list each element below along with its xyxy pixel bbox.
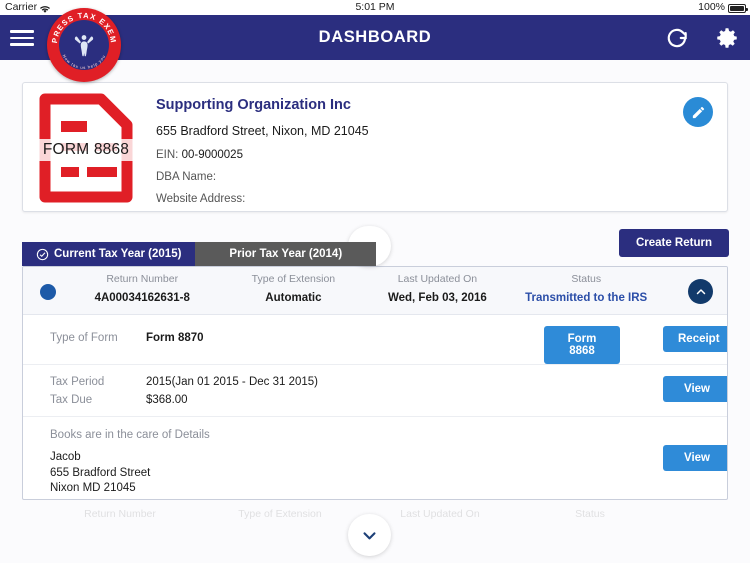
column-type-of-extension: Type of Extension Automatic <box>221 273 365 304</box>
ein-row: EIN: 00-9000025 <box>156 149 369 161</box>
type-of-form-value: Form 8870 <box>146 332 204 344</box>
column-return-number: Return Number 4A00034162631-8 <box>63 273 221 304</box>
type-of-form-label: Type of Form <box>50 332 118 344</box>
column-last-updated-on-label: Last Updated On <box>397 273 478 285</box>
gear-icon[interactable] <box>714 25 740 51</box>
column-status: Status Transmitted to the IRS <box>509 273 663 304</box>
column-type-of-extension-value: Automatic <box>265 292 322 304</box>
express-tax-exempt-logo: EXPRESS TAX EXEMPT Now tax us help you <box>47 8 121 82</box>
tax-due-label: Tax Due <box>50 394 93 406</box>
next-return-row-peek: Return Number Type of Extension Last Upd… <box>40 508 660 520</box>
view-care-button[interactable]: View <box>663 445 727 471</box>
refresh-icon[interactable] <box>664 25 690 51</box>
tab-prior-tax-year[interactable]: Prior Tax Year (2014) <box>195 242 377 266</box>
tab-current-tax-year[interactable]: Current Tax Year (2015) <box>22 242 196 266</box>
tab-current-tax-year-label: Current Tax Year (2015) <box>54 248 182 260</box>
column-type-of-extension-label: Type of Extension <box>251 273 336 285</box>
return-detail-care-row: Books are in the care of Details Jacob 6… <box>23 417 727 499</box>
return-detail-form-row: Type of Form Form 8870 Form 8868 Receipt <box>23 315 727 365</box>
status-bar-right: 100% <box>698 0 748 15</box>
tax-year-tabs: Current Tax Year (2015) Prior Tax Year (… <box>22 242 377 266</box>
organization-info: Supporting Organization Inc 655 Bradford… <box>156 97 369 215</box>
form-8868-button[interactable]: Form 8868 <box>544 326 620 364</box>
return-summary-header[interactable]: Return Number 4A00034162631-8 Type of Ex… <box>23 267 727 315</box>
ghost-col-type: Type of Extension <box>238 508 322 520</box>
tax-due-value: $368.00 <box>146 394 188 406</box>
ein-value: 00-9000025 <box>181 149 243 161</box>
column-last-updated-on-value: Wed, Feb 03, 2016 <box>387 292 487 304</box>
create-return-button[interactable]: Create Return <box>618 229 729 257</box>
chevron-up-icon <box>696 288 705 294</box>
website-row: Website Address: <box>156 193 369 205</box>
check-circle-icon <box>36 248 49 260</box>
svg-text:Now tax us help you: Now tax us help you <box>62 54 107 70</box>
collapse-return-button[interactable] <box>688 279 713 304</box>
ghost-col-status: Status <box>575 508 605 520</box>
pencil-edit-icon <box>692 106 704 118</box>
return-detail-period-row: Tax Period 2015(Jan 01 2015 - Dec 31 201… <box>23 365 727 417</box>
dashboard-screen: Carrier 5:01 PM 100% DASHBOARD PRESS TAX… <box>0 0 750 563</box>
logo-ring-text: EXPRESS TAX EXEMPT Now tax us help you <box>47 8 118 70</box>
status-dot <box>40 284 56 300</box>
ein-label: EIN: <box>156 149 179 161</box>
care-street: 655 Bradford Street <box>50 466 151 479</box>
website-label: Website Address: <box>156 193 246 205</box>
care-city-state-zip: Nixon MD 21045 <box>50 482 136 494</box>
column-last-updated-on: Last Updated On Wed, Feb 03, 2016 <box>365 273 509 304</box>
nav-actions <box>664 25 740 51</box>
tax-due-field: Tax Due $368.00 <box>50 394 318 406</box>
organization-name: Supporting Organization Inc <box>156 97 351 113</box>
organization-card: FORM 8868 Supporting Organization Inc 65… <box>22 82 728 212</box>
receipt-button[interactable]: Receipt <box>663 326 727 352</box>
form-icon-label: FORM 8868 <box>30 139 142 161</box>
status-badge: Transmitted to the IRS <box>525 292 648 304</box>
edit-organization-button[interactable] <box>683 97 713 127</box>
tax-period-value: 2015(Jan 01 2015 - Dec 31 2015) <box>146 376 318 388</box>
dba-label: DBA Name: <box>156 171 217 183</box>
tab-prior-tax-year-label: Prior Tax Year (2014) <box>229 248 343 260</box>
svg-text:EXPRESS TAX EXEMPT: EXPRESS TAX EXEMPT <box>47 8 118 44</box>
books-care-label: Books are in the care of Details <box>50 429 210 441</box>
column-return-number-label: Return Number <box>106 273 179 285</box>
chevron-down-icon <box>363 531 376 539</box>
column-status-label: Status <box>571 273 602 285</box>
tax-period-label: Tax Period <box>50 376 105 388</box>
scroll-down-button[interactable] <box>348 514 391 556</box>
care-person-name: Jacob <box>50 451 81 463</box>
organization-address: 655 Bradford Street, Nixon, MD 21045 <box>156 124 369 138</box>
tax-period-field: Tax Period 2015(Jan 01 2015 - Dec 31 201… <box>50 376 318 388</box>
view-period-button[interactable]: View <box>663 376 727 402</box>
ghost-col-return-number: Return Number <box>84 508 156 520</box>
form-8868-document-icon: FORM 8868 <box>30 93 142 203</box>
type-of-form-field: Type of Form Form 8870 <box>50 332 204 344</box>
battery-full-icon <box>728 4 748 13</box>
battery-percent-label: 100% <box>698 1 725 13</box>
column-return-number-value: 4A00034162631-8 <box>94 292 190 304</box>
ghost-col-updated: Last Updated On <box>400 508 480 520</box>
returns-panel: Return Number 4A00034162631-8 Type of Ex… <box>22 266 728 500</box>
return-summary-columns: Return Number 4A00034162631-8 Type of Ex… <box>63 273 663 304</box>
dba-row: DBA Name: <box>156 171 369 183</box>
